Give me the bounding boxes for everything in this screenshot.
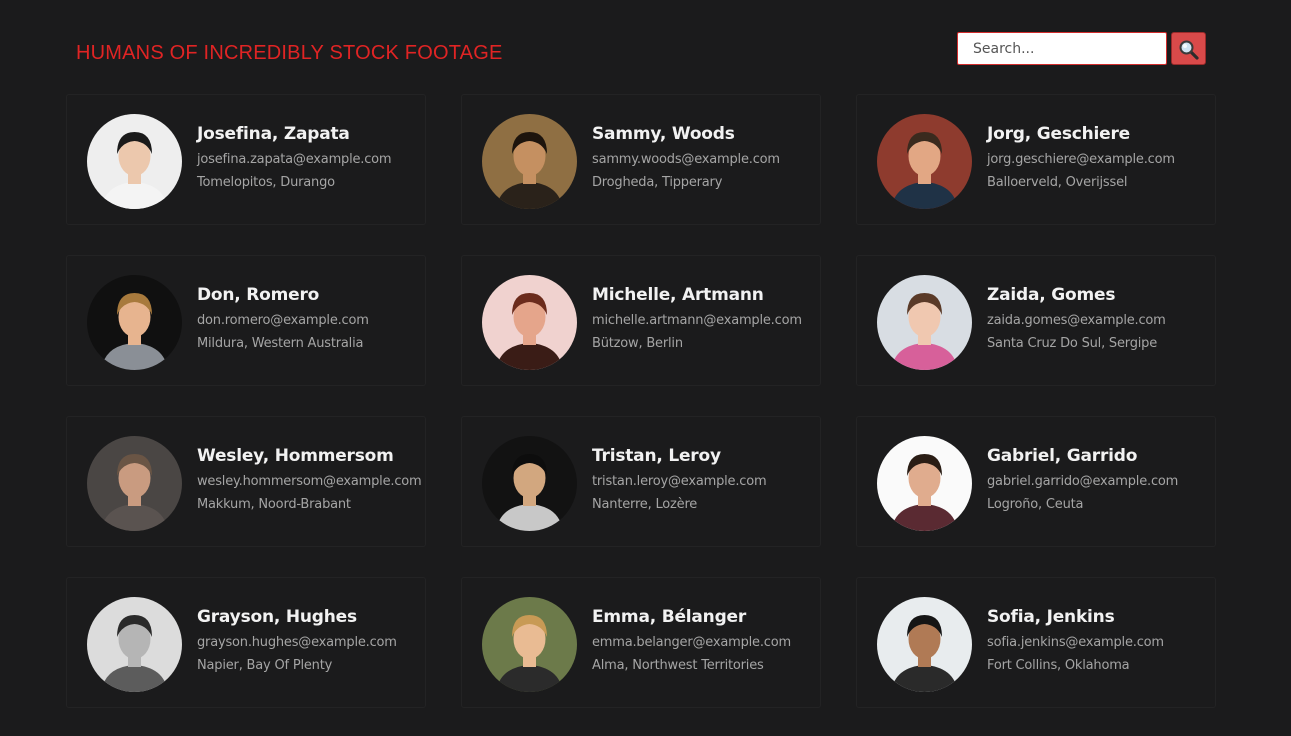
person-name: Michelle, Artmann	[592, 285, 764, 305]
person-info: Sammy, Woods sammy.woods@example.com Drogh…	[592, 121, 827, 195]
person-email: zaida.gomes@example.com	[987, 313, 1166, 328]
person-info: Tristan, Leroy tristan.leroy@example.com N…	[592, 443, 827, 517]
person-location: Fort Collins, Oklahoma	[987, 658, 1130, 673]
person-info: Emma, Bélanger emma.belanger@example.com A…	[592, 604, 827, 678]
person-card[interactable]: Grayson, Hughes grayson.hughes@example.co…	[66, 577, 426, 708]
search-input[interactable]	[957, 32, 1167, 65]
person-name: Tristan, Leroy	[592, 446, 721, 466]
site-title: HUMANS OF INCREDIBLY STOCK FOOTAGE	[76, 42, 503, 64]
person-email: josefina.zapata@example.com	[197, 152, 392, 167]
person-name: Emma, Bélanger	[592, 607, 747, 627]
avatar	[482, 597, 577, 692]
person-location: Tomelopitos, Durango	[197, 175, 335, 190]
search-button[interactable]	[1171, 32, 1206, 65]
person-location: Logroño, Ceuta	[987, 497, 1084, 512]
person-email: tristan.leroy@example.com	[592, 474, 767, 489]
person-info: Jorg, Geschiere jorg.geschiere@example.co…	[987, 121, 1222, 195]
person-location: Mildura, Western Australia	[197, 336, 364, 351]
person-card[interactable]: Emma, Bélanger emma.belanger@example.com A…	[461, 577, 821, 708]
person-name: Jorg, Geschiere	[987, 124, 1130, 144]
person-location: Balloerveld, Overijssel	[987, 175, 1128, 190]
person-location: Makkum, Noord-Brabant	[197, 497, 351, 512]
person-email: don.romero@example.com	[197, 313, 369, 328]
person-email: wesley.hommersom@example.com	[197, 474, 422, 489]
person-name: Wesley, Hommersom	[197, 446, 394, 466]
person-name: Grayson, Hughes	[197, 607, 357, 627]
person-info: Grayson, Hughes grayson.hughes@example.co…	[197, 604, 432, 678]
person-info: Josefina, Zapata josefina.zapata@example.…	[197, 121, 432, 195]
person-email: sammy.woods@example.com	[592, 152, 780, 167]
person-card[interactable]: Jorg, Geschiere jorg.geschiere@example.co…	[856, 94, 1216, 225]
person-card[interactable]: Sammy, Woods sammy.woods@example.com Drogh…	[461, 94, 821, 225]
person-card[interactable]: Zaida, Gomes zaida.gomes@example.com Santa…	[856, 255, 1216, 386]
person-card[interactable]: Josefina, Zapata josefina.zapata@example.…	[66, 94, 426, 225]
search-icon	[1179, 40, 1199, 60]
person-info: Gabriel, Garrido gabriel.garrido@example.…	[987, 443, 1222, 517]
person-email: michelle.artmann@example.com	[592, 313, 802, 328]
person-info: Sofia, Jenkins sofia.jenkins@example.com F…	[987, 604, 1222, 678]
person-email: emma.belanger@example.com	[592, 635, 791, 650]
avatar	[87, 275, 182, 370]
person-email: grayson.hughes@example.com	[197, 635, 397, 650]
person-name: Zaida, Gomes	[987, 285, 1116, 305]
person-name: Josefina, Zapata	[197, 124, 350, 144]
person-name: Sofia, Jenkins	[987, 607, 1115, 627]
avatar	[87, 597, 182, 692]
person-card[interactable]: Tristan, Leroy tristan.leroy@example.com N…	[461, 416, 821, 547]
person-location: Drogheda, Tipperary	[592, 175, 723, 190]
avatar	[482, 275, 577, 370]
person-card[interactable]: Sofia, Jenkins sofia.jenkins@example.com F…	[856, 577, 1216, 708]
avatar	[877, 597, 972, 692]
person-name: Don, Romero	[197, 285, 320, 305]
avatar	[482, 436, 577, 531]
people-grid: Josefina, Zapata josefina.zapata@example.…	[66, 94, 1216, 714]
person-email: jorg.geschiere@example.com	[987, 152, 1175, 167]
person-email: gabriel.garrido@example.com	[987, 474, 1179, 489]
person-name: Sammy, Woods	[592, 124, 735, 144]
person-info: Michelle, Artmann michelle.artmann@exampl…	[592, 282, 827, 356]
person-card[interactable]: Wesley, Hommersom wesley.hommersom@exampl…	[66, 416, 426, 547]
avatar	[877, 114, 972, 209]
avatar	[87, 436, 182, 531]
avatar	[87, 114, 182, 209]
avatar	[877, 275, 972, 370]
avatar	[482, 114, 577, 209]
search-form	[957, 32, 1207, 66]
person-card[interactable]: Don, Romero don.romero@example.com Mildura…	[66, 255, 426, 386]
person-info: Don, Romero don.romero@example.com Mildura…	[197, 282, 432, 356]
person-location: Alma, Northwest Territories	[592, 658, 764, 673]
person-location: Napier, Bay Of Plenty	[197, 658, 333, 673]
page: HUMANS OF INCREDIBLY STOCK FOOTAGE Josef…	[0, 0, 1291, 736]
person-info: Zaida, Gomes zaida.gomes@example.com Santa…	[987, 282, 1222, 356]
person-info: Wesley, Hommersom wesley.hommersom@exampl…	[197, 443, 432, 517]
person-name: Gabriel, Garrido	[987, 446, 1138, 466]
person-card[interactable]: Gabriel, Garrido gabriel.garrido@example.…	[856, 416, 1216, 547]
person-card[interactable]: Michelle, Artmann michelle.artmann@exampl…	[461, 255, 821, 386]
person-email: sofia.jenkins@example.com	[987, 635, 1164, 650]
person-location: Nanterre, Lozère	[592, 497, 698, 512]
person-location: Bützow, Berlin	[592, 336, 683, 351]
person-location: Santa Cruz Do Sul, Sergipe	[987, 336, 1158, 351]
avatar	[877, 436, 972, 531]
